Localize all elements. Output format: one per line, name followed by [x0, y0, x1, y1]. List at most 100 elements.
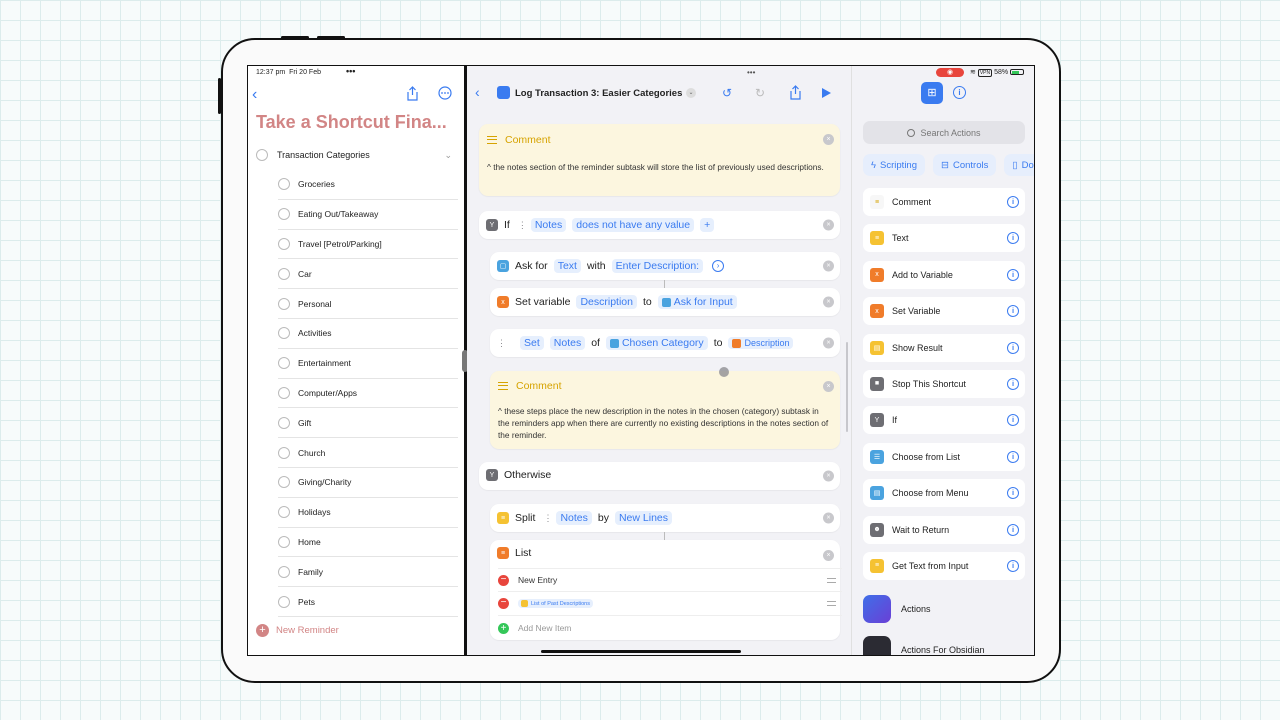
remove-action-icon[interactable]: × — [823, 260, 834, 272]
info-icon[interactable]: i — [1007, 196, 1019, 208]
scroll-indicator[interactable] — [846, 342, 848, 432]
remove-action-icon[interactable]: × — [823, 550, 834, 561]
subtask-item[interactable]: Computer/Apps — [278, 379, 458, 409]
share-icon[interactable] — [406, 86, 419, 101]
remove-action-icon[interactable]: × — [823, 470, 834, 482]
drag-handle-icon[interactable]: ⋮ — [497, 338, 506, 349]
notes-property-token[interactable]: Notes — [549, 336, 586, 350]
ask-for-input-token[interactable]: Ask for Input — [657, 295, 737, 309]
action-item[interactable]: ▤ Choose from Menu i — [863, 479, 1025, 508]
otherwise-action[interactable]: Y Otherwise × — [479, 462, 840, 490]
subtask-item[interactable]: Home — [278, 528, 458, 558]
comment-action[interactable]: Comment ^ these steps place the new desc… — [490, 371, 840, 449]
subtask-item[interactable]: Church — [278, 438, 458, 468]
info-icon[interactable]: i — [1007, 487, 1019, 500]
reorder-handle-icon[interactable] — [827, 601, 836, 606]
drag-handle-icon[interactable]: ⋮ — [518, 220, 527, 231]
action-item[interactable]: ☻ Wait to Return i — [863, 515, 1025, 544]
subtask-item[interactable]: Entertainment — [278, 349, 458, 379]
app-actions-row[interactable]: Actions — [863, 595, 931, 623]
back-chevron-icon[interactable]: ‹ — [475, 84, 480, 100]
action-item[interactable]: Y If i — [863, 406, 1025, 435]
multitask-dots-icon[interactable]: ••• — [346, 66, 355, 76]
chevron-down-icon[interactable]: ⌄ — [444, 150, 452, 161]
completion-circle[interactable] — [278, 446, 290, 459]
search-actions-field[interactable]: Search Actions — [863, 121, 1025, 144]
delete-entry-icon[interactable]: − — [498, 574, 509, 586]
notes-variable-token[interactable]: Notes — [556, 511, 592, 525]
subtask-item[interactable]: Groceries — [278, 170, 458, 200]
input-type-token[interactable]: Text — [553, 259, 581, 273]
completion-circle[interactable] — [278, 327, 290, 340]
completion-circle[interactable] — [278, 237, 290, 250]
action-item[interactable]: ≡ Text i — [863, 224, 1025, 253]
subtask-item[interactable]: Giving/Charity — [278, 468, 458, 498]
reorder-handle-icon[interactable] — [827, 577, 836, 583]
subtask-item[interactable]: Personal — [278, 289, 458, 319]
prompt-token[interactable]: Enter Description: — [611, 259, 704, 273]
completion-circle[interactable] — [256, 149, 268, 161]
completion-circle[interactable] — [278, 208, 290, 221]
share-icon[interactable] — [789, 85, 802, 100]
action-item[interactable]: ▤ Show Result i — [863, 333, 1025, 362]
list-entry[interactable]: − New Entry — [498, 568, 842, 592]
set-keyword-token[interactable]: Set — [520, 336, 544, 350]
add-new-item-button[interactable]: + Add New Item — [498, 616, 842, 640]
info-icon[interactable]: i — [1007, 414, 1019, 427]
chevron-circle-icon[interactable]: › — [712, 260, 725, 272]
condition-token[interactable]: does not have any value — [572, 218, 695, 232]
completion-circle[interactable] — [278, 565, 290, 578]
action-item[interactable]: ■ Stop This Shortcut i — [863, 369, 1025, 398]
completion-circle[interactable] — [278, 386, 290, 399]
redo-icon[interactable]: ↻ — [755, 86, 765, 100]
subtask-item[interactable]: Activities — [278, 319, 458, 349]
add-condition-icon[interactable]: + — [700, 218, 715, 232]
set-reminder-detail-action[interactable]: ⋮ Set Notes of Chosen Category to Descri… — [490, 329, 840, 357]
completion-circle[interactable] — [278, 357, 290, 370]
remove-action-icon[interactable]: × — [823, 337, 834, 349]
description-variable-token[interactable]: Description — [576, 295, 637, 309]
info-icon[interactable]: i — [1007, 305, 1019, 318]
info-icon[interactable]: i — [1007, 268, 1019, 281]
remove-action-icon[interactable]: × — [823, 381, 834, 392]
app-actions-for-obsidian-row[interactable]: Actions For Obsidian — [863, 636, 985, 655]
action-item[interactable]: ≡ Comment i — [863, 188, 1025, 216]
more-icon[interactable] — [438, 86, 452, 100]
info-icon[interactable]: i — [1007, 559, 1019, 572]
action-item[interactable]: ≡ Get Text from Input i — [863, 551, 1025, 580]
ask-for-input-action[interactable]: ▢ Ask for Text with Enter Description: ›… — [490, 252, 840, 280]
completion-circle[interactable] — [278, 595, 290, 608]
comment-text[interactable]: ^ these steps place the new description … — [498, 405, 832, 441]
info-icon[interactable]: i — [1007, 341, 1019, 354]
split-text-action[interactable]: ≡ Split ⋮ Notes by New Lines × — [490, 504, 840, 532]
notes-variable-token[interactable]: Notes — [530, 218, 567, 232]
comment-text[interactable]: ^ the notes section of the reminder subt… — [487, 161, 827, 173]
chip-documents[interactable]: ▯ Do — [1004, 154, 1034, 176]
action-library-tab-icon[interactable]: ⊞ — [921, 82, 943, 104]
shortcut-title[interactable]: Log Transaction 3: Easier Categories — [515, 88, 682, 99]
undo-icon[interactable]: ↺ — [722, 86, 732, 100]
info-icon[interactable]: i — [1007, 523, 1019, 536]
back-chevron-icon[interactable]: ‹ — [252, 86, 257, 104]
chip-scripting[interactable]: ϟ Scripting — [863, 154, 925, 176]
list-action[interactable]: ≡ List × − New Entry − List of Past Desc… — [490, 540, 842, 640]
drag-handle-icon[interactable]: ⋮ — [543, 513, 552, 524]
list-entry[interactable]: − List of Past Descriptions — [498, 592, 842, 616]
completion-circle[interactable] — [278, 267, 290, 280]
play-icon[interactable] — [821, 87, 832, 99]
subtask-item[interactable]: Pets — [278, 587, 458, 617]
remove-action-icon[interactable]: × — [823, 219, 834, 231]
info-icon[interactable]: i — [1007, 450, 1019, 463]
info-tab-icon[interactable]: i — [953, 86, 966, 99]
list-entry-text[interactable]: New Entry — [518, 575, 557, 585]
multitask-dots-icon[interactable]: ••• — [747, 68, 755, 77]
add-item-icon[interactable]: + — [498, 622, 509, 634]
info-icon[interactable]: i — [1007, 232, 1019, 245]
chosen-category-token[interactable]: Chosen Category — [605, 336, 708, 350]
completion-circle[interactable] — [278, 535, 290, 548]
separator-token[interactable]: New Lines — [614, 511, 672, 525]
description-token[interactable]: Description — [728, 337, 794, 349]
remove-action-icon[interactable]: × — [823, 134, 834, 145]
chip-controls[interactable]: ⊟ Controls — [933, 154, 997, 176]
subtask-item[interactable]: Gift — [278, 408, 458, 439]
